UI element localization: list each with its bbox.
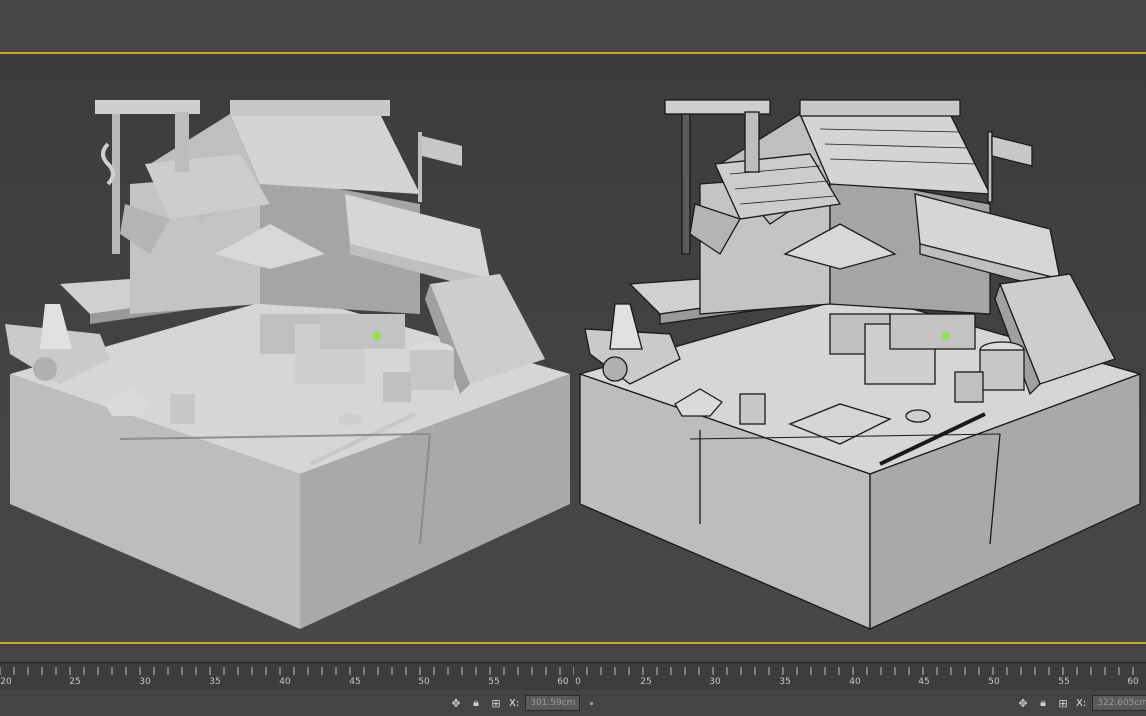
timeline-tick-label: 20	[0, 677, 12, 687]
timeline-tick-label: 40	[849, 677, 861, 687]
timeline-tick-label: 60	[1127, 677, 1139, 687]
timeline-tick-label: 35	[779, 677, 791, 687]
coordinate-display-left: ✥ 🔒︎ ⊞ X: 301.59cm	[449, 693, 594, 713]
move-icon[interactable]: ✥	[1016, 696, 1030, 710]
timeline-tick-label: 45	[918, 677, 930, 687]
timeline-tick-label: 25	[640, 677, 652, 687]
absolute-mode-icon[interactable]: ⊞	[489, 696, 503, 710]
shaded-diorama	[5, 100, 570, 629]
move-icon[interactable]: ✥	[449, 696, 463, 710]
timeline-tick-label: 50	[418, 677, 430, 687]
coordinate-display-right: ✥ 🔒︎ ⊞ X: 322.605cm	[1016, 693, 1146, 713]
viewport-bottom-strip	[0, 644, 1146, 662]
x-coordinate-field[interactable]: 301.59cm	[525, 695, 581, 711]
top-toolbar-area	[0, 0, 1146, 52]
timeline-tick-label: 50	[988, 677, 1000, 687]
timeline-tick-label: 60	[557, 677, 569, 687]
timeline-tick-label: 0	[575, 677, 581, 687]
x-coordinate-label: X:	[509, 697, 520, 709]
timeline-tick-label: 35	[209, 677, 221, 687]
timeline-tick-label: 30	[139, 677, 151, 687]
timeline-tick-label: 25	[69, 677, 81, 687]
timeline-tick-label: 30	[709, 677, 721, 687]
viewport-render	[5, 99, 1143, 631]
timeline-tick-label: 45	[349, 677, 361, 687]
perspective-viewport[interactable]	[0, 54, 1146, 642]
wireframe-diorama	[577, 99, 1143, 631]
timeline-tick-label: 55	[488, 677, 500, 687]
lock-icon[interactable]: 🔒︎	[469, 696, 483, 710]
time-slider-track[interactable]: 20 25 30 35 40 45 50 55 60 0 25 30 35 40…	[0, 662, 1146, 692]
status-bar: ✥ 🔒︎ ⊞ X: 301.59cm ✥ 🔒︎ ⊞ X: 322.605cm	[0, 690, 1146, 716]
x-coordinate-label: X:	[1076, 697, 1087, 709]
x-coordinate-field[interactable]: 322.605cm	[1092, 695, 1146, 711]
absolute-mode-icon[interactable]: ⊞	[1056, 696, 1070, 710]
spinner-icon[interactable]	[590, 701, 594, 705]
timeline-tick-label: 55	[1058, 677, 1070, 687]
timeline-tick-label: 40	[279, 677, 291, 687]
lock-icon[interactable]: 🔒︎	[1036, 696, 1050, 710]
